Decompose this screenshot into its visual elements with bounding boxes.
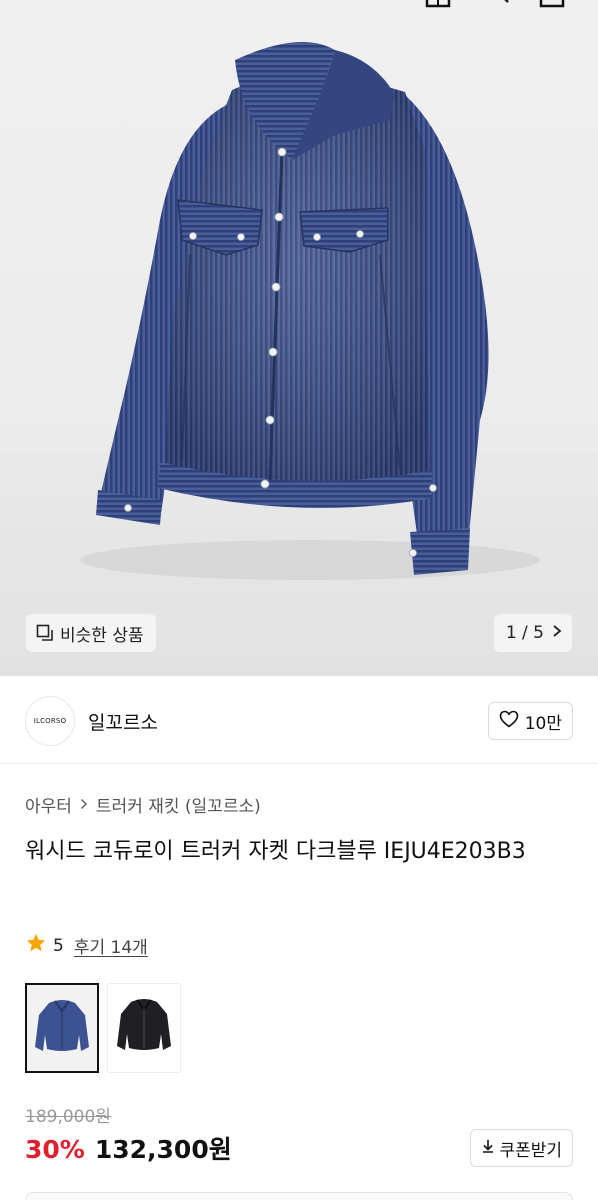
breadcrumb: 아우터 트러커 재킷 (일꼬르소) (25, 792, 261, 817)
color-options (25, 983, 181, 1073)
chevron-right-icon (552, 623, 562, 643)
brand-row: ILCORSO 일꼬르소 10만 (0, 676, 598, 764)
bottom-info-card (25, 1192, 573, 1200)
discount-rate: 30% (25, 1135, 85, 1164)
chevron-right-icon (80, 796, 88, 814)
rating-row: 5 후기 14개 (25, 932, 148, 959)
coupon-button[interactable]: 쿠폰받기 (470, 1129, 573, 1167)
brand-logo[interactable]: ILCORSO (25, 696, 75, 746)
jacket-thumbnail-black (108, 984, 180, 1072)
star-icon (25, 932, 47, 959)
jacket-thumbnail-blue (27, 985, 97, 1071)
brand-name[interactable]: 일꼬르소 (88, 708, 158, 735)
original-price: 189,000원 (25, 1107, 111, 1127)
product-image-carousel[interactable]: 비슷한 상품 1 / 5 (0, 0, 598, 676)
download-icon (481, 1138, 495, 1159)
like-button[interactable]: 10만 (487, 702, 573, 740)
like-count: 10만 (524, 713, 562, 734)
image-counter-text: 1 / 5 (505, 623, 544, 643)
color-option-dark-blue[interactable] (25, 983, 99, 1073)
breadcrumb-category[interactable]: 아우터 (25, 792, 72, 817)
product-title: 워시드 코듀로이 트러커 자켓 다크블루 IEJU4E203B3 (25, 839, 526, 864)
brand-logo-text: ILCORSO (33, 717, 67, 725)
sale-price: 132,300원 (94, 1135, 232, 1164)
copy-icon (36, 624, 54, 642)
rating-value: 5 (53, 935, 64, 956)
price-row: 30% 132,300원 (25, 1130, 232, 1166)
color-option-black[interactable] (107, 983, 181, 1073)
image-counter[interactable]: 1 / 5 (493, 614, 572, 652)
jacket-photo (80, 42, 540, 580)
similar-products-button[interactable]: 비슷한 상품 (26, 614, 156, 652)
similar-products-label: 비슷한 상품 (60, 625, 144, 646)
breadcrumb-subcategory[interactable]: 트러커 재킷 (일꼬르소) (96, 792, 261, 817)
heart-icon (499, 710, 519, 733)
review-link[interactable]: 후기 14개 (74, 933, 148, 958)
coupon-label: 쿠폰받기 (499, 1140, 562, 1161)
